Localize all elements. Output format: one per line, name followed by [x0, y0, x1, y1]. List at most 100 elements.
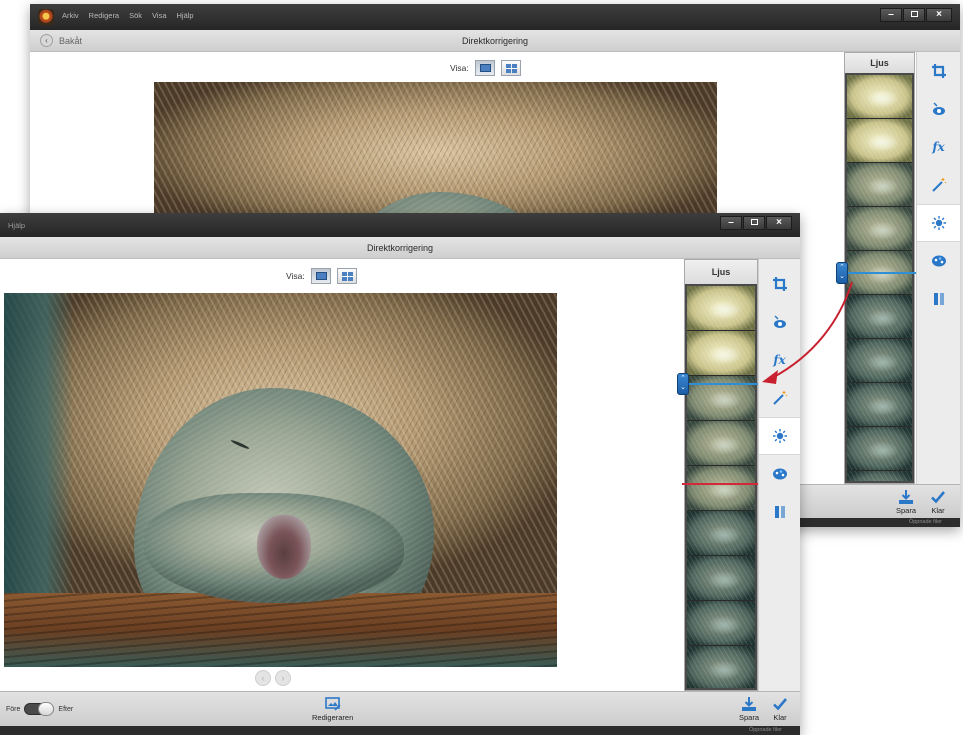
thumbnail[interactable] [687, 511, 755, 556]
light-tool[interactable] [759, 417, 800, 455]
thumbnail[interactable] [847, 383, 912, 427]
editor-button[interactable]: Redigeraren [312, 696, 353, 722]
back-done-button[interactable]: Klar [930, 489, 946, 515]
sharpen-tool[interactable] [759, 493, 800, 531]
close-button[interactable]: × [926, 8, 952, 22]
single-view-icon [479, 64, 491, 72]
thumbnail[interactable] [847, 427, 912, 471]
color-tool[interactable] [759, 455, 800, 493]
thumbnail[interactable] [847, 295, 912, 339]
back-menubar: Arkiv Redigera Sök Visa Hjälp [62, 11, 194, 20]
maximize-icon [750, 219, 758, 225]
magic-wand-tool[interactable] [759, 379, 800, 417]
split-view-button[interactable] [336, 268, 357, 284]
front-status-bar: Öppnade filer [0, 726, 800, 735]
back-ljus-strip: Ljus [844, 52, 915, 484]
front-bottom-bar: Före Efter Redigeraren Spara Klar [0, 691, 800, 726]
crop-icon [931, 64, 946, 78]
effects-icon: fx [932, 140, 945, 154]
sharpen-icon [774, 506, 785, 518]
front-thumbnails [687, 286, 755, 688]
single-view-button[interactable] [310, 268, 331, 284]
thumbnail[interactable] [687, 556, 755, 601]
single-view-button[interactable] [474, 60, 495, 76]
download-icon [742, 697, 756, 711]
thumbnail[interactable] [847, 471, 912, 481]
front-photo [4, 293, 557, 667]
front-slider-handle[interactable]: ⌃ ⌄ [677, 373, 689, 395]
crop-icon [772, 277, 787, 291]
light-icon [772, 429, 787, 443]
menu-visa[interactable]: Visa [152, 11, 166, 20]
light-icon [931, 216, 946, 230]
crop-tool[interactable] [759, 265, 800, 303]
light-tool[interactable] [917, 204, 960, 242]
effects-tool[interactable]: fx [917, 128, 960, 166]
previous-photo-button[interactable]: ‹ [255, 670, 271, 686]
back-slider-line [842, 272, 917, 274]
thumbnail[interactable] [687, 601, 755, 646]
red-eye-tool[interactable] [759, 303, 800, 341]
close-button[interactable]: × [766, 216, 792, 230]
color-icon [772, 468, 787, 480]
app-logo-icon [38, 9, 54, 25]
back-panel-title: Ljus [845, 53, 914, 73]
back-save-label: Spara [896, 506, 917, 515]
front-view-switcher: Visa: [286, 268, 357, 284]
red-eye-icon [932, 102, 945, 115]
effects-icon: fx [773, 353, 786, 367]
magic-wand-icon [931, 178, 946, 192]
minimize-button[interactable]: – [880, 8, 902, 22]
previous-position-marker [682, 483, 760, 485]
back-view-switcher: Visa: [450, 60, 521, 76]
thumbnail[interactable] [687, 286, 755, 331]
back-header: ‹ Bakåt Direktkorrigering [30, 30, 960, 52]
crop-tool[interactable] [917, 52, 960, 90]
back-window-controls: – × [880, 8, 952, 22]
front-save-button[interactable]: Spara [739, 696, 759, 722]
red-eye-tool[interactable] [917, 90, 960, 128]
front-view-label: Visa: [286, 271, 305, 281]
download-icon [899, 490, 913, 504]
back-thumbnails [847, 75, 912, 481]
editor-label: Redigeraren [312, 713, 354, 722]
maximize-icon [910, 11, 918, 17]
split-view-button[interactable] [500, 60, 521, 76]
maximize-button[interactable] [743, 216, 765, 230]
thumbnail[interactable] [847, 119, 912, 163]
front-done-button[interactable]: Klar [772, 696, 788, 722]
before-label: Före [6, 705, 21, 713]
thumbnail[interactable] [687, 421, 755, 466]
thumbnail[interactable] [847, 207, 912, 251]
back-save-button[interactable]: Spara [896, 489, 916, 515]
effects-tool[interactable]: fx [759, 341, 800, 379]
thumbnail[interactable] [847, 163, 912, 207]
thumbnail[interactable] [687, 466, 755, 511]
thumbnail[interactable] [687, 646, 755, 688]
sharpen-tool[interactable] [917, 280, 960, 318]
thumbnail[interactable] [687, 331, 755, 376]
checkmark-icon [773, 698, 787, 711]
checkmark-icon [931, 491, 945, 504]
back-slider-handle[interactable]: ⌃ ⌄ [836, 262, 848, 284]
front-page-title: Direktkorrigering [366, 243, 434, 253]
menu-hjalp-front[interactable]: Hjälp [8, 221, 25, 230]
next-photo-button[interactable]: › [275, 670, 291, 686]
maximize-button[interactable] [903, 8, 925, 22]
before-after-switch[interactable] [24, 702, 55, 716]
menu-sok[interactable]: Sök [129, 11, 142, 20]
back-status-text: Öppnade filer [908, 519, 942, 525]
menu-arkiv[interactable]: Arkiv [62, 11, 79, 20]
color-icon [931, 255, 946, 267]
back-done-label: Klar [931, 506, 945, 515]
magic-wand-tool[interactable] [917, 166, 960, 204]
split-view-icon [341, 272, 353, 281]
before-after-toggle: Före Efter [6, 702, 73, 716]
menu-redigera[interactable]: Redigera [89, 11, 119, 20]
front-save-label: Spara [739, 713, 760, 722]
color-tool[interactable] [917, 242, 960, 280]
minimize-button[interactable]: – [720, 216, 742, 230]
menu-hjalp[interactable]: Hjälp [177, 11, 194, 20]
thumbnail[interactable] [847, 339, 912, 383]
thumbnail[interactable] [847, 75, 912, 119]
